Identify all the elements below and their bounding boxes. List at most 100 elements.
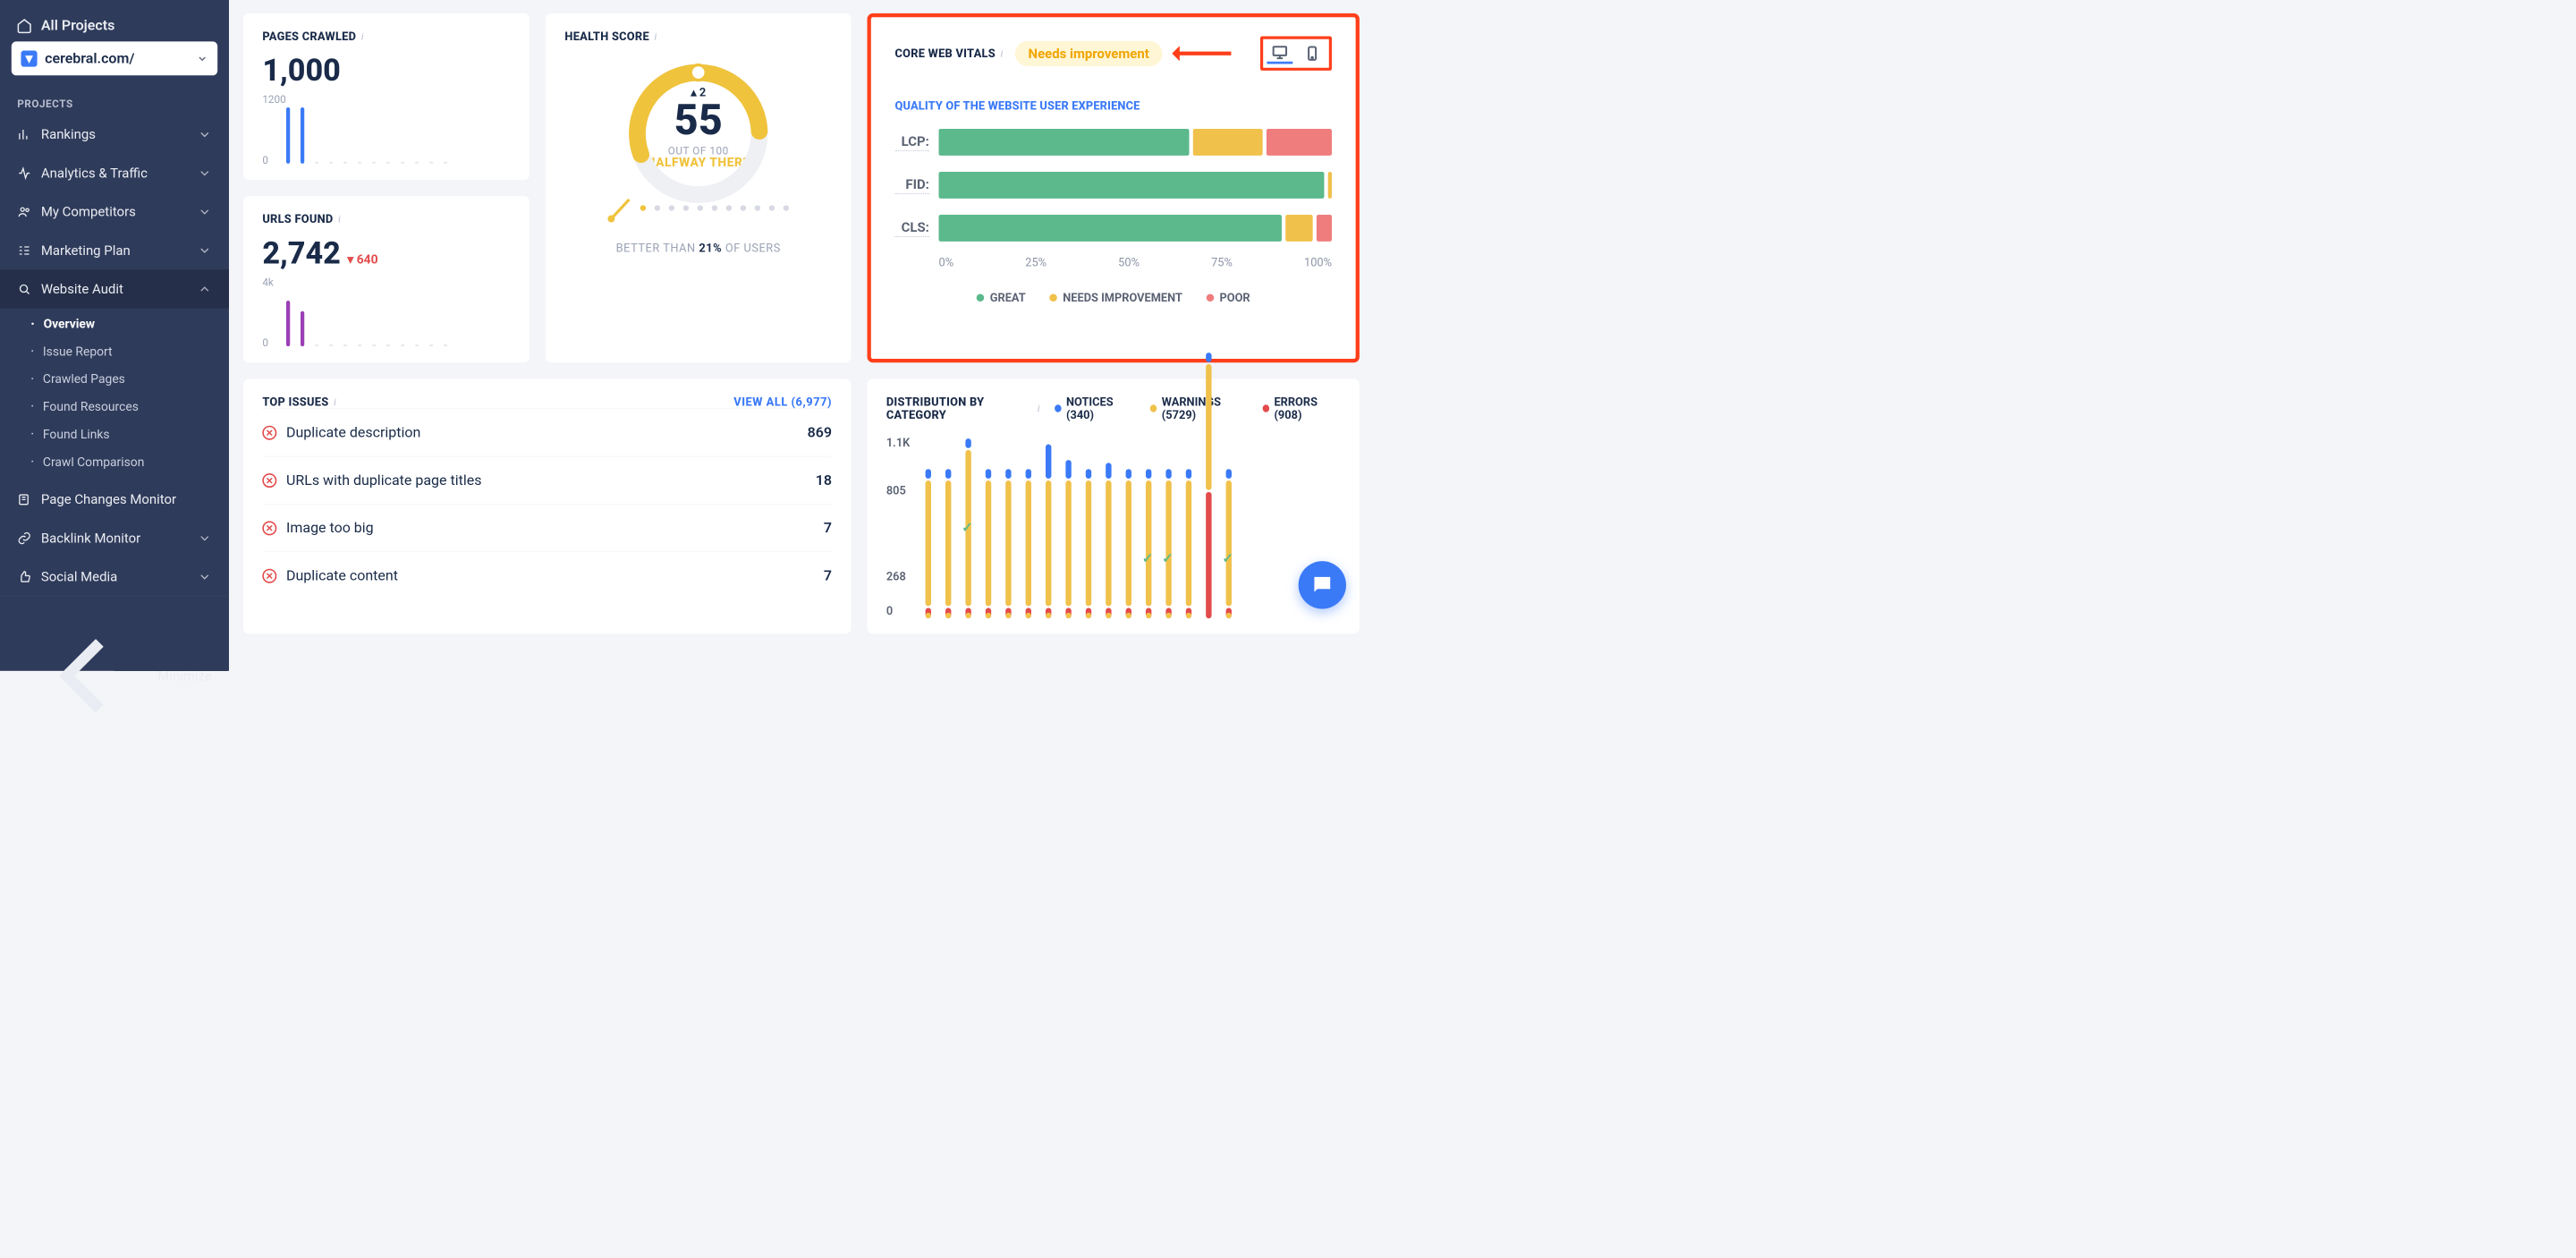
users-icon: [17, 205, 31, 219]
all-projects-label: All Projects: [41, 17, 114, 34]
subnav-issue-report[interactable]: Issue Report: [0, 338, 229, 366]
error-icon: ✕: [262, 473, 276, 488]
card-title: TOP ISSUES: [262, 395, 328, 409]
device-desktop-button[interactable]: [1267, 43, 1292, 64]
dist-column: [1105, 463, 1113, 617]
chevron-down-icon: [198, 569, 212, 583]
nav-backlink-monitor[interactable]: Backlink Monitor: [0, 519, 229, 557]
chevron-down-icon: [198, 127, 212, 141]
cwv-axis: 0%25%50%75%100%: [939, 256, 1332, 269]
arrow-left-icon: [17, 610, 148, 742]
cwv-row-fid: FID:: [894, 172, 1332, 199]
dist-column: ✓: [964, 438, 972, 617]
annotation-arrow-icon: [1174, 52, 1232, 55]
projects-section-label: PROJECTS: [0, 85, 229, 115]
nav-label: Rankings: [41, 126, 96, 142]
nav-label: Page Changes Monitor: [41, 491, 176, 507]
thumbs-up-icon: [17, 569, 31, 583]
main-content: PAGES CRAWLEDi 1,000 1200 0 HEALTH SCORE…: [229, 0, 1374, 671]
subnav-found-links[interactable]: Found Links: [0, 421, 229, 448]
audit-icon: [17, 282, 31, 296]
distribution-card: DISTRIBUTION BY CATEGORY i NOTICES (340) …: [868, 378, 1360, 633]
website-audit-subnav: Overview Issue Report Crawled Pages Foun…: [0, 309, 229, 480]
subnav-overview[interactable]: Overview: [0, 310, 229, 338]
dist-column: ✓: [1145, 469, 1153, 617]
nav-competitors[interactable]: My Competitors: [0, 192, 229, 231]
nav-analytics[interactable]: Analytics & Traffic: [0, 154, 229, 192]
nav-page-changes[interactable]: Page Changes Monitor: [0, 480, 229, 518]
info-icon[interactable]: i: [654, 30, 657, 43]
device-mobile-button[interactable]: [1300, 43, 1326, 64]
error-icon: ✕: [262, 521, 276, 535]
nav-marketing-plan[interactable]: Marketing Plan: [0, 231, 229, 269]
nav-rankings[interactable]: Rankings: [0, 115, 229, 154]
info-icon[interactable]: i: [1000, 47, 1004, 60]
dist-chart: 1.1K 805 268 0 ✓✓✓✓: [886, 436, 1341, 617]
cwv-subtitle: QUALITY OF THE WEBSITE USER EXPERIENCE: [894, 99, 1332, 113]
dist-column: [945, 469, 953, 617]
info-icon[interactable]: i: [1038, 403, 1041, 415]
card-title: DISTRIBUTION BY CATEGORY: [886, 395, 1032, 422]
all-projects-link[interactable]: All Projects: [12, 10, 217, 42]
health-better-than: BETTER THAN 21% OF USERS: [616, 242, 781, 255]
dist-column: ✓: [1165, 469, 1173, 617]
core-web-vitals-card: CORE WEB VITALS i Needs improvement QUALI…: [868, 13, 1360, 362]
view-all-issues-link[interactable]: VIEW ALL (6,977): [733, 395, 832, 409]
checklist-icon: [17, 243, 31, 258]
chevron-down-icon: [198, 166, 212, 180]
pages-icon: [17, 492, 31, 506]
issue-row[interactable]: ✕Duplicate description869: [262, 409, 832, 456]
chevron-down-icon: [197, 53, 208, 64]
nav-label: Backlink Monitor: [41, 530, 140, 546]
issue-row[interactable]: ✕Image too big7: [262, 504, 832, 551]
sidebar: All Projects ▾ cerebral.com/ PROJECTS Ra…: [0, 0, 229, 671]
nav-website-audit[interactable]: Website Audit: [0, 269, 229, 308]
nav-label: Marketing Plan: [41, 242, 131, 259]
minimize-sidebar[interactable]: Minimize: [0, 596, 229, 755]
dist-column: [1025, 469, 1033, 617]
urls-found-value: 2,742: [262, 235, 341, 271]
dist-column: [1064, 460, 1072, 617]
project-name: cerebral.com/: [45, 50, 134, 67]
dist-column: [1205, 353, 1213, 617]
info-icon[interactable]: i: [361, 30, 365, 43]
pages-crawled-spark: 1200 0: [262, 97, 510, 164]
bars-icon: [17, 127, 31, 141]
error-icon: ✕: [262, 568, 276, 582]
card-title: CORE WEB VITALS: [894, 47, 995, 60]
health-score-card: HEALTH SCOREi ▴ 2 55 OUT OF 100 HALFWAY …: [546, 13, 851, 362]
health-outof: OUT OF 100: [622, 145, 775, 157]
card-title: URLS FOUND: [262, 212, 333, 225]
nav-social-media[interactable]: Social Media: [0, 557, 229, 596]
cwv-row-cls: CLS:: [894, 215, 1332, 242]
issue-row[interactable]: ✕URLs with duplicate page titles18: [262, 456, 832, 504]
dist-column: [985, 469, 993, 617]
dist-column: [1125, 469, 1133, 617]
cwv-status-badge: Needs improvement: [1015, 41, 1163, 66]
subnav-crawled-pages[interactable]: Crawled Pages: [0, 366, 229, 394]
nav-label: Analytics & Traffic: [41, 166, 148, 182]
chevron-down-icon: [198, 531, 212, 545]
device-toggle: [1260, 37, 1332, 71]
chat-button[interactable]: [1299, 561, 1346, 608]
chat-icon: [1310, 573, 1335, 597]
top-issues-card: TOP ISSUES i VIEW ALL (6,977) ✕Duplicate …: [243, 378, 851, 633]
health-score-value: 55: [622, 99, 775, 141]
subnav-found-resources[interactable]: Found Resources: [0, 393, 229, 421]
dist-column: [1185, 469, 1193, 617]
nav-label: Social Media: [41, 569, 117, 585]
project-selector[interactable]: ▾ cerebral.com/: [12, 41, 217, 75]
nav-label: My Competitors: [41, 204, 136, 220]
issue-row[interactable]: ✕Duplicate content7: [262, 551, 832, 599]
subnav-crawl-comparison[interactable]: Crawl Comparison: [0, 448, 229, 476]
dist-column: [1004, 469, 1013, 617]
dist-legend: NOTICES (340) WARNINGS (5729) ERRORS (90…: [1055, 395, 1341, 422]
info-icon[interactable]: i: [338, 213, 342, 225]
pages-crawled-card: PAGES CRAWLEDi 1,000 1200 0: [243, 13, 530, 180]
card-title: HEALTH SCORE: [564, 30, 648, 43]
nav-label: Website Audit: [41, 281, 123, 297]
urls-found-spark: 4k 0: [262, 280, 510, 347]
cwv-legend: GREAT NEEDS IMPROVEMENT POOR: [894, 291, 1332, 304]
info-icon[interactable]: i: [334, 395, 337, 408]
dist-column: [1045, 444, 1053, 617]
